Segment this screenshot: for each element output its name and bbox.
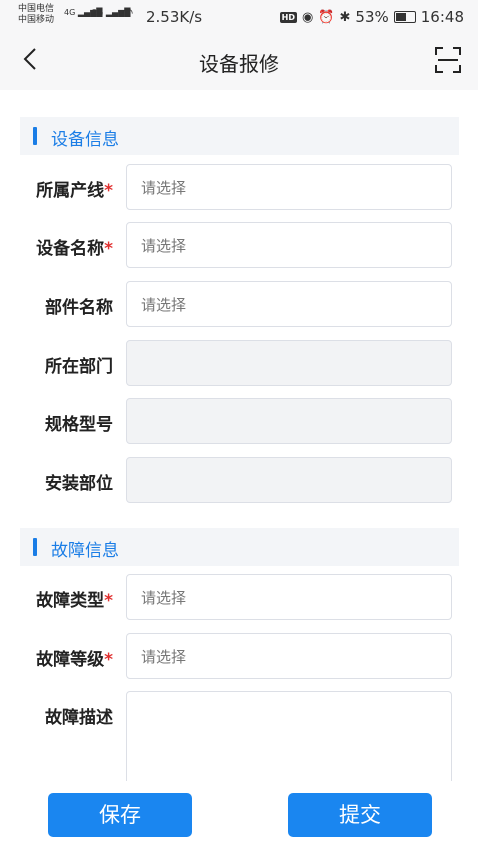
field-label: 故障等级* — [36, 650, 113, 670]
placeholder: 请选择 — [141, 648, 187, 666]
field-label: 安装部位 — [45, 474, 113, 494]
carrier-labels: 中国电信 中国移动 — [18, 4, 54, 26]
nav-header: 设备报修 — [0, 34, 478, 90]
placeholder: 请选择 — [141, 179, 187, 197]
carrier-1: 中国电信 — [18, 4, 55, 14]
eye-icon: ◉ — [301, 9, 314, 25]
section-title: 故障信息 — [51, 541, 119, 561]
hd-icon: HD — [279, 11, 297, 23]
field-label: 故障描述 — [45, 708, 113, 728]
placeholder: 请选择 — [141, 589, 187, 607]
status-right: HD ◉ ⏰ ✱ 53% 16:48 — [279, 8, 464, 26]
required-mark: * — [104, 181, 113, 201]
bluetooth-icon: ✱ — [339, 9, 351, 25]
row-line: 所属产线* 请选择 — [0, 164, 478, 210]
field-label: 所在部门 — [45, 357, 113, 377]
required-mark: * — [104, 591, 113, 611]
required-mark: * — [104, 239, 113, 259]
field-label: 所属产线* — [36, 181, 113, 201]
scan-icon[interactable] — [434, 46, 462, 74]
submit-button[interactable]: 提交 — [288, 793, 432, 837]
section-device-info: 设备信息 — [20, 117, 459, 155]
row-install-position: 安装部位 — [0, 457, 478, 503]
required-mark: * — [104, 650, 113, 670]
field-label: 规格型号 — [45, 415, 113, 435]
battery-icon — [393, 11, 416, 23]
battery-percent: 53% — [355, 8, 389, 26]
fault-type-select[interactable]: 请选择 — [126, 574, 452, 620]
part-name-select[interactable]: 请选择 — [126, 281, 452, 327]
section-fault-info: 故障信息 — [20, 528, 459, 566]
carrier-2: 中国移动 — [18, 15, 55, 25]
device-name-select[interactable]: 请选择 — [126, 222, 452, 268]
placeholder: 请选择 — [141, 296, 187, 314]
section-accent-bar — [33, 538, 37, 556]
wifi-icon: ◠ — [122, 6, 134, 21]
department-field — [126, 340, 452, 386]
field-label: 部件名称 — [45, 298, 113, 318]
row-fault-type: 故障类型* 请选择 — [0, 574, 478, 620]
line-select[interactable]: 请选择 — [126, 164, 452, 210]
placeholder: 请选择 — [141, 237, 187, 255]
status-bar: 中国电信 中国移动 4G ▂▄▆█ 2G ▂▄▆█ ◠ 2.53K/s HD ◉… — [0, 0, 478, 34]
row-part-name: 部件名称 请选择 — [0, 281, 478, 327]
row-device-name: 设备名称* 请选择 — [0, 222, 478, 268]
fault-level-select[interactable]: 请选择 — [126, 633, 452, 679]
section-title: 设备信息 — [51, 130, 119, 150]
fault-desc-textarea[interactable] — [126, 691, 452, 781]
row-fault-level: 故障等级* 请选择 — [0, 633, 478, 679]
row-spec-model: 规格型号 — [0, 398, 478, 444]
install-position-field — [126, 457, 452, 503]
field-label: 设备名称* — [36, 239, 113, 259]
row-department: 所在部门 — [0, 340, 478, 386]
clock: 16:48 — [420, 8, 464, 26]
net-speed: 2.53K/s — [146, 8, 203, 26]
row-fault-desc: 故障描述 — [0, 691, 478, 781]
page-title: 设备报修 — [199, 52, 279, 76]
field-label: 故障类型* — [36, 591, 113, 611]
save-button[interactable]: 保存 — [48, 793, 192, 837]
spec-model-field — [126, 398, 452, 444]
section-accent-bar — [33, 127, 37, 145]
alarm-icon: ⏰ — [318, 9, 335, 25]
